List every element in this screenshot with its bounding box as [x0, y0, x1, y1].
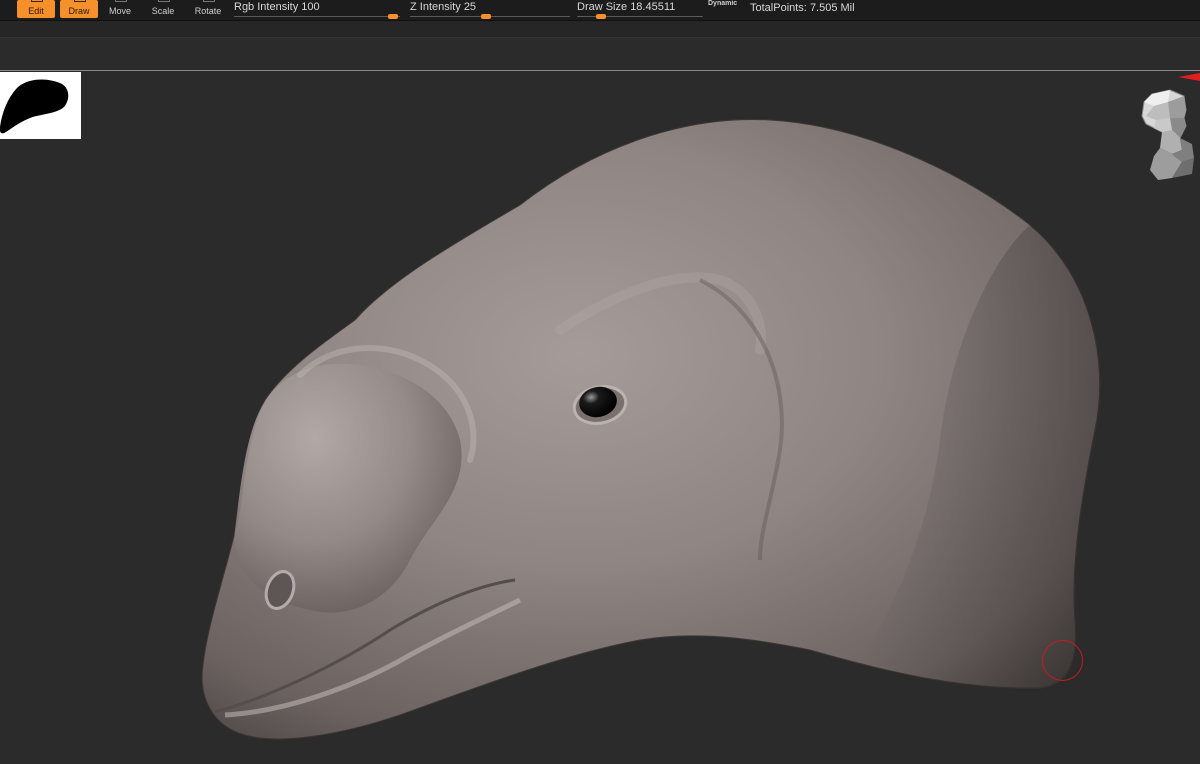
rgb-intensity-value: 100 [301, 1, 320, 13]
draw-size-thumb[interactable] [596, 14, 606, 19]
move-icon [115, 0, 127, 2]
rotate-label: Rotate [194, 6, 222, 16]
edit-button[interactable]: Edit [17, 0, 55, 18]
red-arrow-icon [1178, 73, 1200, 81]
draw-icon [74, 0, 86, 2]
total-points: TotalPoints: 7.505 Mil [750, 2, 855, 14]
z-intensity-value: 25 [463, 1, 477, 13]
secondary-toolbar [0, 21, 1200, 38]
canvas-top-border [0, 70, 1200, 71]
head-navigation-icon[interactable] [1132, 88, 1196, 184]
z-intensity-slider[interactable]: Z Intensity 25 [410, 0, 570, 20]
move-label: Move [108, 6, 131, 16]
viewport-canvas[interactable] [0, 71, 1200, 759]
rgb-intensity-thumb[interactable] [388, 14, 398, 19]
rotate-button[interactable]: Rotate [191, 0, 225, 18]
rgb-intensity-slider[interactable]: Rgb Intensity 100 [234, 0, 400, 20]
dynamic-toggle[interactable]: Dynamic [708, 0, 737, 7]
move-button[interactable]: Move [103, 0, 137, 18]
edit-icon [31, 0, 43, 2]
z-intensity-thumb[interactable] [481, 14, 491, 19]
rgb-intensity-track [234, 16, 400, 17]
top-toolbar: Edit Draw Move Scale Rotate Rgb Intensit… [0, 0, 1200, 21]
z-intensity-label: Z Intensity 25 [410, 1, 477, 13]
scale-button[interactable]: Scale [146, 0, 180, 18]
draw-label: Draw [68, 6, 90, 16]
scale-label: Scale [151, 6, 175, 16]
total-points-value: 7.505 Mil [809, 2, 855, 14]
draw-button[interactable]: Draw [60, 0, 98, 18]
scale-icon [158, 0, 170, 2]
sculpt-model [201, 119, 1101, 740]
brush-cursor [1042, 640, 1083, 681]
alpha-thumbnail[interactable] [0, 72, 81, 139]
draw-size-slider[interactable]: Draw Size 18.45511 [577, 0, 703, 20]
draw-size-value: 18.45511 [630, 1, 676, 13]
edit-label: Edit [28, 6, 44, 16]
draw-size-label: Draw Size 18.45511 [577, 1, 676, 13]
rotate-icon [203, 0, 215, 2]
alpha-silhouette-icon [0, 79, 69, 134]
rgb-intensity-label: Rgb Intensity 100 [234, 1, 320, 13]
